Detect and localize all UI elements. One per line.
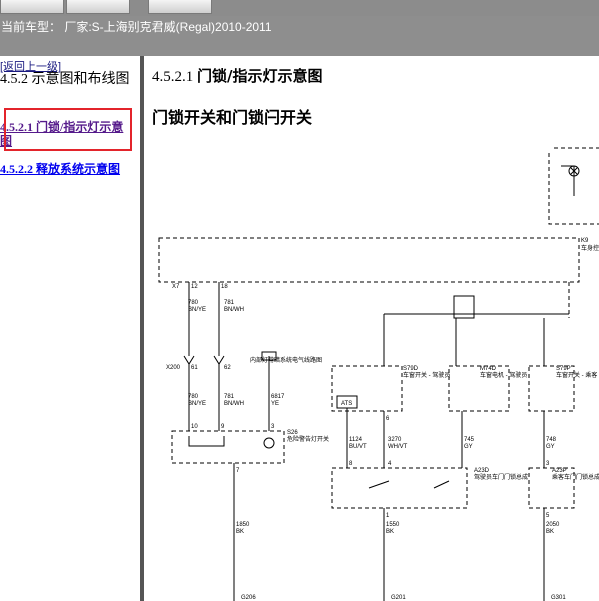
ats-label: ATS bbox=[341, 401, 352, 407]
s79d-desc: 车窗开关 - 驾驶员 bbox=[403, 371, 450, 379]
hazard-lamp-icon bbox=[263, 437, 275, 449]
pin-s26-3: 3 bbox=[271, 424, 275, 430]
wire-1124-color: BU/VT bbox=[349, 444, 367, 450]
arrow-block-icon bbox=[453, 295, 475, 319]
pin-s26-9: 9 bbox=[221, 424, 225, 430]
ground-g206: G206 bbox=[241, 595, 256, 601]
s26-desc: 危险警告灯开关 bbox=[287, 435, 329, 443]
a23d-box bbox=[331, 467, 468, 509]
s79p-desc: 车窗开关 - 乘客 bbox=[556, 371, 597, 379]
x7-label: X7 bbox=[172, 284, 180, 290]
wire-1124-label: 1124 bbox=[349, 437, 363, 443]
wire-748-color: GY bbox=[546, 444, 555, 450]
vehicle-info-bar: 当前车型： 厂家:S-上海别克君威(Regal)2010-2011 bbox=[0, 16, 599, 56]
pin-a23p-3: 3 bbox=[546, 461, 550, 467]
wire-748-label: 748 bbox=[546, 437, 557, 443]
k9-code: K9 bbox=[581, 238, 589, 244]
wire-780-label: 780 bbox=[188, 300, 199, 306]
wire-1850-label: 1850 bbox=[236, 522, 250, 528]
wire-745-label: 745 bbox=[464, 437, 475, 443]
pin-62: 62 bbox=[224, 365, 231, 371]
wire-781-label: 781 bbox=[224, 300, 235, 306]
pin-61: 61 bbox=[191, 365, 198, 371]
wire-3270-label: 3270 bbox=[388, 437, 402, 443]
wire-2050-color: BK bbox=[546, 529, 554, 535]
main-content: 4.5.2.1 门锁/指示灯示意图 门锁开关和门锁闩开关 K9 车身控 X7 1… bbox=[144, 56, 599, 601]
wire-2050-label: 2050 bbox=[546, 522, 560, 528]
section-title: 4.5.2 示意图和布线图 bbox=[0, 72, 130, 87]
pin-a23-8: 8 bbox=[349, 461, 353, 467]
pin-a23-4: 4 bbox=[388, 461, 392, 467]
pin-7: 7 bbox=[236, 468, 240, 474]
s26-code: S26 bbox=[287, 430, 298, 436]
wire-781-label-2: 781 bbox=[224, 394, 235, 400]
ground-g201: G201 bbox=[391, 595, 406, 601]
inner-light-note: 内部灯常暗系统电气线路图 bbox=[250, 356, 322, 364]
toolbar-button-3[interactable] bbox=[148, 0, 212, 14]
wire-6817-label: 6817 bbox=[271, 394, 285, 400]
x200-connector-arrows bbox=[183, 355, 225, 365]
selected-item-highlight bbox=[4, 108, 132, 151]
a23p-box bbox=[528, 467, 575, 509]
wire-780-color: BN/YE bbox=[188, 307, 206, 313]
k9-desc: 车身控制模块 bbox=[581, 244, 599, 252]
pin-6: 6 bbox=[386, 416, 390, 422]
s79p-code: S79P bbox=[556, 366, 571, 372]
wire-780-label-2: 780 bbox=[188, 394, 199, 400]
wire-781-color-2: BN/WH bbox=[224, 401, 244, 407]
a23p-desc: 乘客车门门锁总成 bbox=[552, 473, 599, 481]
wire-6817-color: YE bbox=[271, 401, 279, 407]
wire-745-color: GY bbox=[464, 444, 473, 450]
wire-781-color: BN/WH bbox=[224, 307, 244, 313]
m74d-desc: 车窗电机 - 驾驶员 bbox=[480, 371, 527, 379]
sidebar-item-release-schematic[interactable]: 4.5.2.2 释放系统示意图 bbox=[0, 160, 120, 177]
top-right-wire bbox=[561, 165, 575, 196]
window-circuit-wires bbox=[383, 313, 569, 366]
wire-3270-color: WH/VT bbox=[388, 444, 408, 450]
top-toolbar bbox=[0, 0, 599, 16]
a23p-code: A23P bbox=[552, 468, 567, 474]
ground-g301: G301 bbox=[551, 595, 566, 601]
wire-780-color-2: BN/YE bbox=[188, 401, 206, 407]
s26-contacts bbox=[188, 436, 225, 447]
pin-a23-5: 5 bbox=[546, 513, 550, 519]
wiring-diagram: K9 车身控制模块 X7 12 18 780 BN/YE 781 BN/WH 内… bbox=[158, 147, 599, 601]
pin-12: 12 bbox=[191, 284, 198, 290]
k9-module-box bbox=[158, 237, 580, 283]
s26-switch-box bbox=[171, 430, 285, 464]
wire-1550-color: BK bbox=[386, 529, 394, 535]
s79d-code: S79D bbox=[403, 366, 419, 372]
wire-1550-label: 1550 bbox=[386, 522, 400, 528]
toolbar-button-2[interactable] bbox=[66, 0, 130, 14]
vehicle-info-text: 当前车型： 厂家:S-上海别克君威(Regal)2010-2011 bbox=[1, 20, 272, 34]
pin-a23-1: 1 bbox=[386, 513, 390, 519]
pin-18: 18 bbox=[221, 284, 228, 290]
a23d-desc: 驾驶员车门门锁总成 bbox=[474, 473, 528, 481]
m74d-code: M74D bbox=[480, 366, 497, 372]
pin-s26-10: 10 bbox=[191, 424, 198, 430]
x200-label: X200 bbox=[166, 365, 181, 371]
a23d-code: A23D bbox=[474, 468, 490, 474]
wire-1850-color: BK bbox=[236, 529, 244, 535]
toolbar-button-1[interactable] bbox=[0, 0, 64, 14]
